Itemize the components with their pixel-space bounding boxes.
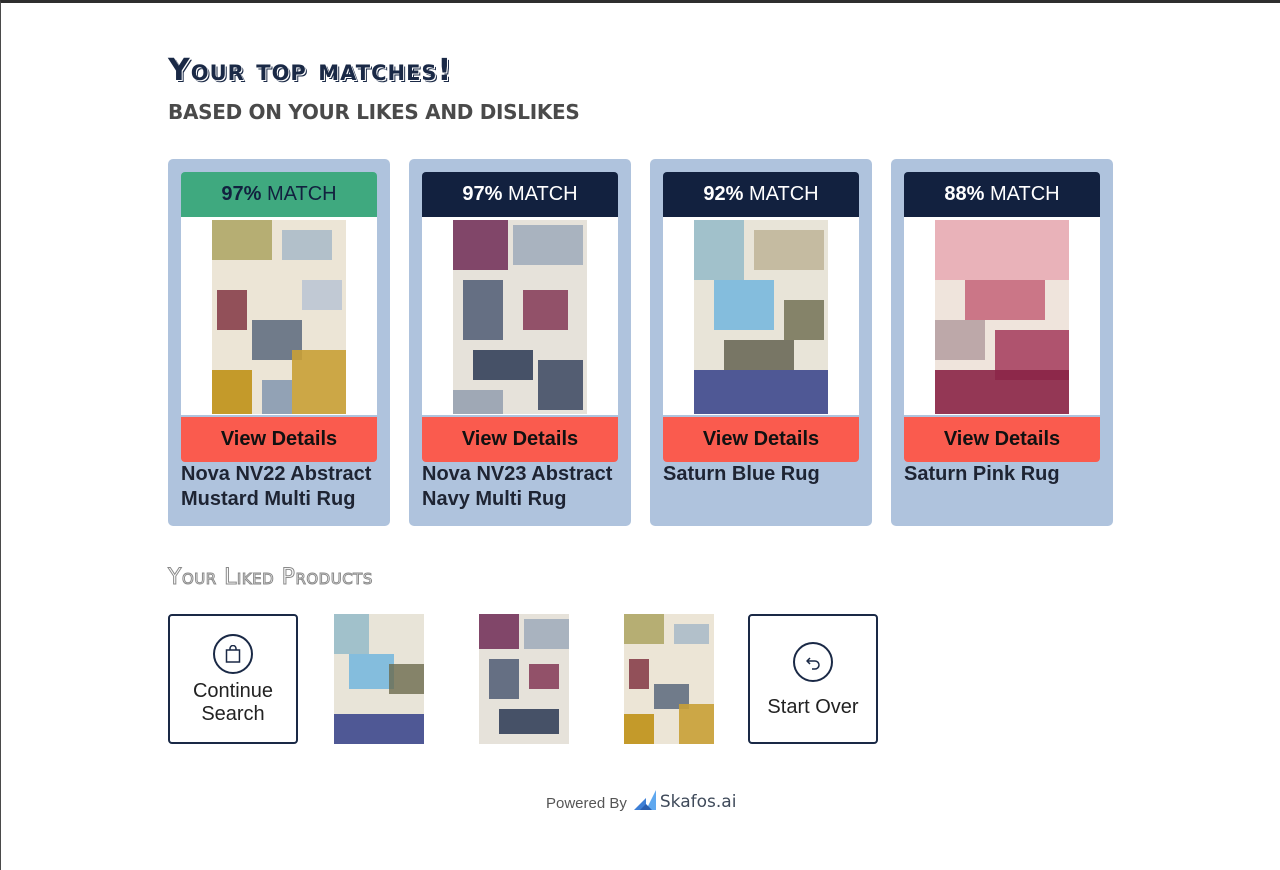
view-details-button[interactable]: View Details	[422, 417, 618, 462]
rug-image	[453, 220, 587, 414]
rug-image	[694, 220, 828, 414]
match-card: 88% MATCH View Details Saturn Pink Rug	[891, 159, 1113, 526]
undo-arrow-icon	[793, 642, 833, 682]
liked-product-thumbnail[interactable]	[334, 614, 424, 744]
match-card: 97% MATCH View Details Nova NV22 Abstrac…	[168, 159, 390, 526]
match-label: MATCH	[507, 183, 578, 205]
continue-search-label-line2: Search	[201, 703, 265, 725]
match-cards: 97% MATCH View Details Nova NV22 Abstrac…	[168, 159, 1113, 526]
liked-products-row: Continue Search Start Over	[168, 614, 888, 744]
match-label: MATCH	[266, 183, 337, 205]
liked-product-thumbnail[interactable]	[479, 614, 569, 744]
view-details-button[interactable]: View Details	[181, 417, 377, 462]
product-name[interactable]: Nova NV23 Abstract Navy Multi Rug	[422, 462, 618, 512]
match-badge: 88% MATCH	[904, 172, 1100, 217]
results-page: Your top matches! BASED ON YOUR LIKES AN…	[168, 53, 1118, 744]
start-over-label: Start Over	[767, 696, 859, 718]
liked-products-title: Your Liked Products	[168, 565, 373, 591]
liked-product-thumbnail[interactable]	[624, 614, 714, 744]
match-percent: 97%	[462, 183, 503, 205]
view-details-button[interactable]: View Details	[904, 417, 1100, 462]
page-title: Your top matches!	[168, 53, 453, 88]
continue-search-button[interactable]: Continue Search	[168, 614, 298, 744]
match-card: 92% MATCH View Details Saturn Blue Rug	[650, 159, 872, 526]
product-image[interactable]	[663, 217, 859, 415]
match-label: MATCH	[748, 183, 819, 205]
match-percent: 88%	[944, 183, 985, 205]
page-subtitle: BASED ON YOUR LIKES AND DISLIKES	[168, 100, 580, 124]
rug-image	[212, 220, 346, 414]
product-image[interactable]	[904, 217, 1100, 415]
match-percent: 97%	[221, 183, 262, 205]
product-image[interactable]	[181, 217, 377, 415]
match-badge: 92% MATCH	[663, 172, 859, 217]
continue-search-label-line1: Continue	[192, 680, 274, 702]
shopping-bag-icon	[213, 634, 253, 674]
match-badge: 97% MATCH	[422, 172, 618, 217]
product-image[interactable]	[422, 217, 618, 415]
match-badge: 97% MATCH	[181, 172, 377, 217]
match-percent: 92%	[703, 183, 744, 205]
rug-image	[935, 220, 1069, 414]
powered-by-text: Powered By	[546, 795, 627, 812]
skafos-logo-icon	[633, 790, 656, 810]
product-name[interactable]: Saturn Pink Rug	[904, 462, 1100, 487]
view-details-button[interactable]: View Details	[663, 417, 859, 462]
match-card: 97% MATCH View Details Nova NV23 Abstrac…	[409, 159, 631, 526]
brand-name[interactable]: Skafos.ai	[660, 792, 737, 812]
footer: Powered By Skafos.ai	[546, 788, 736, 812]
product-name[interactable]: Saturn Blue Rug	[663, 462, 859, 487]
product-name[interactable]: Nova NV22 Abstract Mustard Multi Rug	[181, 462, 377, 512]
match-label: MATCH	[989, 183, 1060, 205]
start-over-button[interactable]: Start Over	[748, 614, 878, 744]
